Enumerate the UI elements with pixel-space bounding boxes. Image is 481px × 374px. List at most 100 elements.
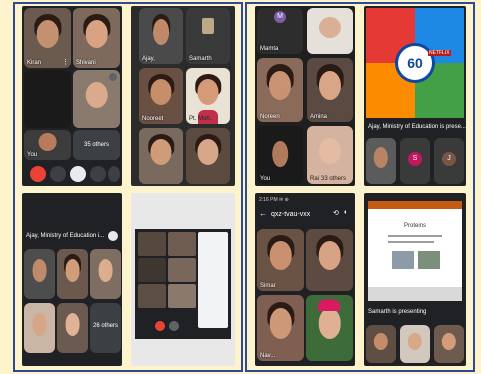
participant-tile-kiran[interactable]: Kiran ⋮ <box>24 8 71 68</box>
participant-tile-bottom-2[interactable] <box>400 325 430 363</box>
participant-tile-girl-2[interactable] <box>186 128 230 184</box>
participant-tile-ajay[interactable]: Ajay, <box>139 8 183 64</box>
face-shape <box>318 137 342 165</box>
face-shape <box>85 20 108 48</box>
participant-name: Rai <box>310 176 320 182</box>
participant-tile-nav[interactable]: Nav... <box>257 295 304 361</box>
more-options-icon[interactable]: ⋮ <box>62 59 69 66</box>
netflix-logo: NETFLIX <box>428 50 451 56</box>
face-shape <box>65 259 80 282</box>
status-bar: 2:16 PM ✉ ⊕ <box>259 197 289 203</box>
others-count: 26 others <box>92 323 119 329</box>
participant-tile-amina[interactable]: Amina <box>307 58 353 122</box>
participant-tile-bottom-1[interactable] <box>366 138 396 184</box>
speaker-icon[interactable]: ◖ <box>343 209 347 216</box>
more-button[interactable] <box>108 166 120 182</box>
participant-tile-green[interactable] <box>306 295 353 361</box>
participant-name: Kiran <box>27 60 42 66</box>
meeting-code: qxz-tvau-vxx <box>271 211 311 218</box>
participant-tile-noreen[interactable]: Noreen <box>257 58 303 122</box>
shared-slide: Proteins <box>368 201 462 301</box>
screenshot-meet-phone-grid: Kiran ⋮ Shivani You 35 others <box>22 6 122 186</box>
participant-tile-3[interactable] <box>90 249 121 299</box>
screenshot-meet-presentation: 60 NETFLIX Ajay, Ministry of Education i… <box>364 6 466 186</box>
raise-hand-button[interactable] <box>70 166 86 182</box>
presenting-banner: Samarth is presenting <box>368 309 427 315</box>
slide-heading: Proteins <box>403 223 426 229</box>
screenshot-meet-slide: Proteins Samarth is presenting <box>364 193 466 366</box>
participant-tile-girl-3[interactable] <box>306 229 353 291</box>
mic-button[interactable] <box>50 166 66 182</box>
laptop-tile-2[interactable] <box>168 232 196 256</box>
avatar-initial: J <box>442 152 456 166</box>
laptop-tile-1[interactable] <box>138 232 166 256</box>
others-count: 35 others <box>83 142 110 148</box>
participant-tile-bottom-2[interactable]: S <box>400 138 430 184</box>
self-view-tile[interactable]: You <box>257 126 303 184</box>
participant-tile-bottom-3[interactable]: J <box>434 138 464 184</box>
laptop-tile-4[interactable] <box>168 258 196 282</box>
laptop-tile-5[interactable] <box>138 284 166 308</box>
others-tile[interactable]: 26 others <box>90 303 121 353</box>
participant-tile-pt[interactable]: Pt. Moh.. <box>186 68 230 124</box>
screenshot-meet-phone-grid-2: M Mamta Noreen Amina You Rai 33 others <box>255 6 355 186</box>
switch-camera-icon[interactable]: ⟲ <box>333 209 339 217</box>
self-label: You <box>27 152 38 158</box>
participant-name: Samarth <box>189 56 212 62</box>
participant-tile-shivani[interactable]: Shivani <box>73 8 120 68</box>
toolbar-icons[interactable] <box>108 231 118 241</box>
participant-tile-samarth[interactable]: Samarth <box>186 8 230 64</box>
others-tile[interactable]: 35 others <box>73 130 120 160</box>
collage-page: { "colors": {"frame": "#2e4a92", "backgr… <box>0 0 481 374</box>
participant-name: Ajay, <box>142 56 155 62</box>
face-shape <box>32 313 47 336</box>
participant-tile-1[interactable] <box>24 249 55 299</box>
back-arrow-icon[interactable]: ← <box>259 209 267 218</box>
laptop-tile-6[interactable] <box>168 284 196 308</box>
face-shape <box>150 139 172 165</box>
info-center-circle: 60 <box>395 43 435 83</box>
camera-button[interactable] <box>90 166 106 182</box>
slide-text-line <box>388 241 434 243</box>
participant-name: Amina <box>310 114 328 120</box>
participant-tile-simar[interactable]: Simar <box>257 229 304 291</box>
face-shape <box>85 81 108 109</box>
face-shape <box>441 332 457 351</box>
laptop-end-call-button[interactable] <box>155 321 165 331</box>
participant-tile-4[interactable] <box>24 303 55 353</box>
participant-tile-rai[interactable]: Rai 33 others <box>307 126 353 184</box>
participant-tile-bottom-3[interactable] <box>434 325 464 363</box>
face-shape <box>269 241 292 270</box>
meeting-title: Ajay, Ministry of Education i... <box>26 233 105 239</box>
end-call-button[interactable] <box>30 166 46 182</box>
participant-tile-girl[interactable] <box>73 70 120 128</box>
participants-panel[interactable] <box>198 232 228 328</box>
laptop-mic-button[interactable] <box>169 321 179 331</box>
participant-tile-bottom-1[interactable] <box>366 325 396 363</box>
face-shape <box>318 70 342 101</box>
screenshot-meet-phone-grid-3: Ajay, Ministry of Education i... 26 othe… <box>22 193 122 366</box>
emblem-icon <box>202 18 214 34</box>
participant-tile-2[interactable] <box>57 249 88 299</box>
participant-name: Simar <box>260 283 276 289</box>
face-shape <box>268 70 292 101</box>
face-shape <box>407 332 423 351</box>
participant-name: Pt. Moh.. <box>189 116 214 122</box>
participant-name: Nooreet <box>142 116 164 122</box>
laptop-display <box>135 229 231 339</box>
presenting-banner: Ajay, Ministry of Education is prese... <box>368 124 466 130</box>
self-view-tile[interactable]: You <box>24 130 71 160</box>
face-shape <box>150 79 172 105</box>
participant-tile-nooreet[interactable]: Nooreet <box>139 68 183 124</box>
face-shape <box>32 259 47 282</box>
face-shape <box>373 332 389 351</box>
face-shape <box>272 140 288 168</box>
participant-tile-top-right[interactable] <box>307 8 353 54</box>
participant-tile-5[interactable] <box>57 303 88 353</box>
participant-tile-dark[interactable] <box>24 70 71 128</box>
slide-thumbnail-strip <box>368 287 462 301</box>
participant-tile-glasses[interactable] <box>139 128 183 184</box>
laptop-tile-3[interactable] <box>138 258 166 282</box>
face-shape <box>36 20 59 48</box>
participant-tile-mamta[interactable]: M Mamta <box>257 8 303 54</box>
